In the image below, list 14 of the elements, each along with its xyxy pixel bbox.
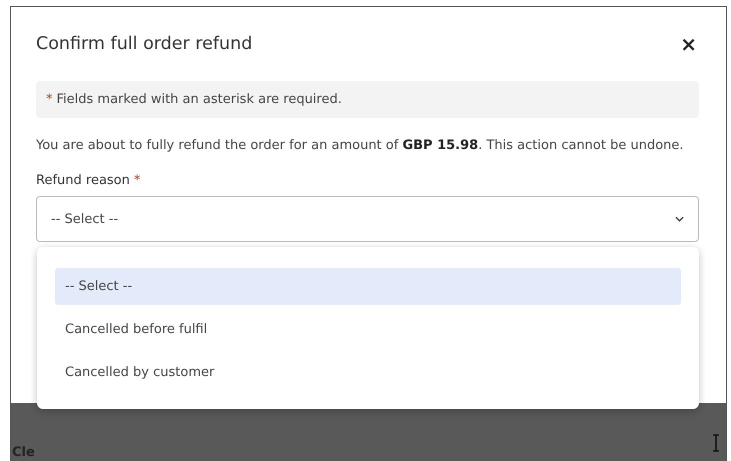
required-asterisk: *: [134, 173, 140, 188]
dialog-title: Confirm full order refund: [36, 34, 252, 54]
footer-button-text: Cle: [12, 445, 35, 461]
notice-text: Fields marked with an asterisk are required.: [56, 92, 342, 107]
required-asterisk: *: [46, 92, 52, 107]
chevron-down-icon: [675, 216, 684, 222]
close-button[interactable]: ×: [678, 32, 699, 56]
select-field[interactable]: -- Select --: [36, 196, 699, 242]
dropdown-option[interactable]: Cancelled by customer: [55, 354, 681, 391]
message-text: You are about to fully refund the order for an amount of GBP 15.98. This action cannot be undone.: [36, 137, 685, 155]
field-label: Refund reason: [36, 173, 130, 188]
text-cursor-icon: [712, 434, 720, 452]
dropdown-option[interactable]: Cancelled before fulfil: [55, 311, 681, 348]
dropdown-option[interactable]: -- Select --: [55, 268, 681, 305]
